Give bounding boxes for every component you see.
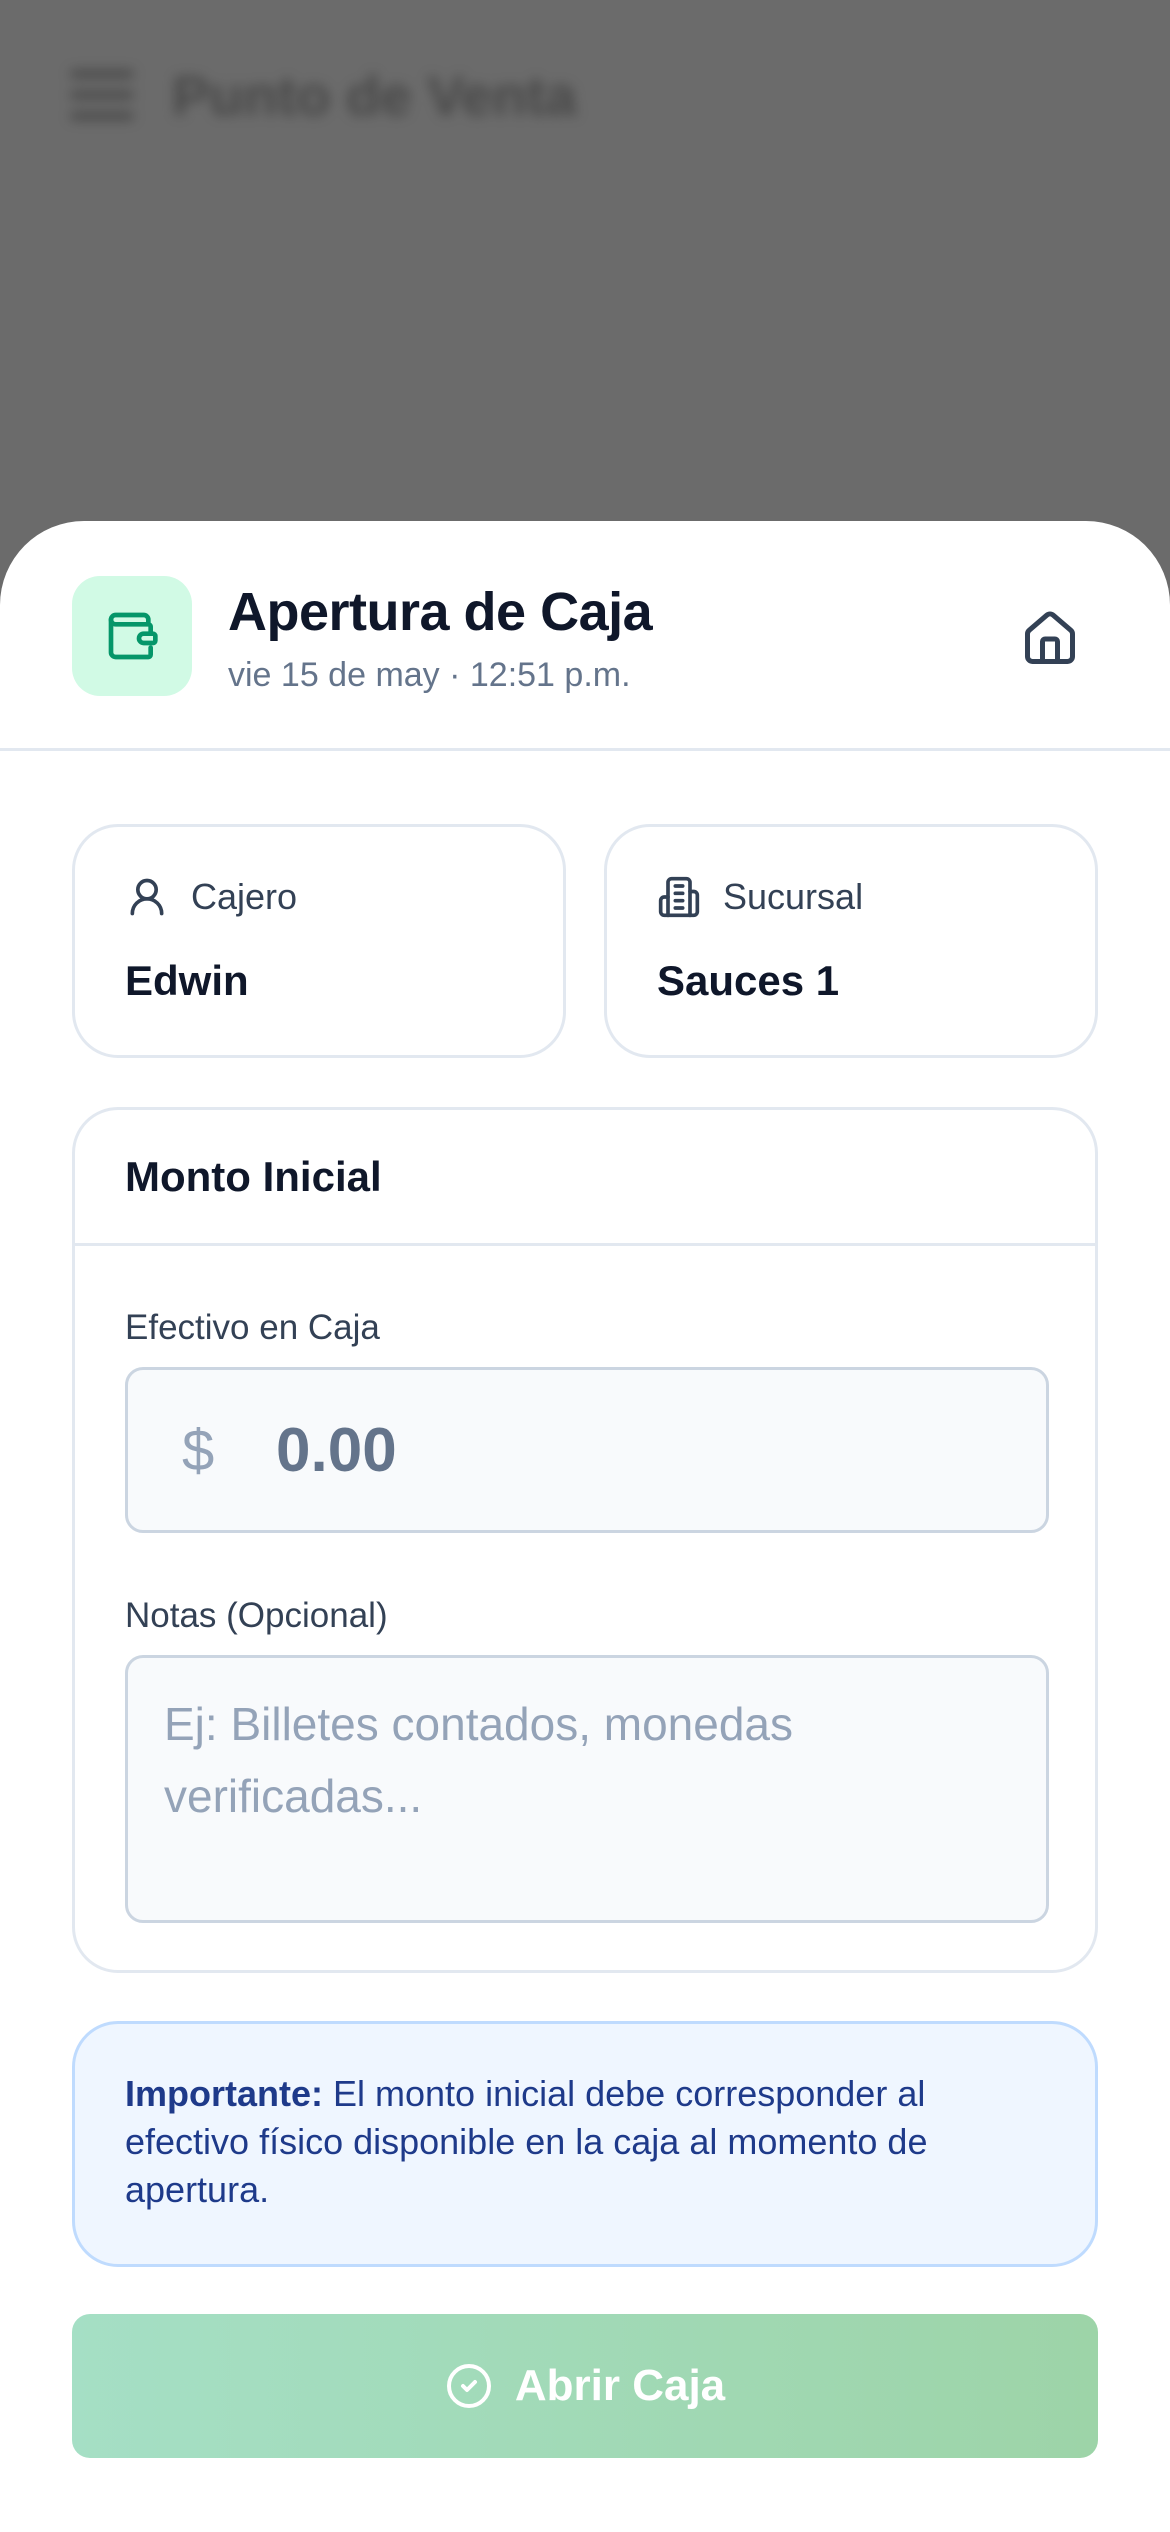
building-icon [658,876,700,918]
sheet-title: Apertura de Caja [228,582,653,642]
open-register-sheet: Apertura de Caja vie 15 de may · 12:51 p… [0,521,1170,2532]
home-button[interactable] [1010,599,1090,679]
home-icon [1025,611,1075,664]
user-icon [130,878,164,916]
important-notice: Importante: El monto inicial debe corres… [72,2021,1098,2267]
notes-textarea[interactable] [125,1655,1049,1923]
background-header: Punto de Venta [70,60,577,130]
dollar-icon: $ [182,1417,215,1483]
cashier-name: Edwin [125,957,249,1004]
cashier-card: Cajero Edwin [72,824,566,1058]
check-circle-icon [446,2364,491,2408]
cash-label: Efectivo en Caja [125,1308,380,1347]
notes-label: Notas (Opcional) [125,1596,388,1635]
cash-amount-field[interactable]: $ [125,1367,1049,1533]
background-app-title: Punto de Venta [172,63,577,127]
cashier-label: Cajero [191,876,298,917]
open-register-button[interactable]: Abrir Caja [72,2314,1098,2458]
notice-strong: Importante: [125,2073,323,2114]
menu-icon [70,70,134,120]
cash-amount-input[interactable] [276,1414,976,1486]
sheet-header: Apertura de Caja vie 15 de may · 12:51 p… [0,521,1170,751]
sheet-datetime: vie 15 de may · 12:51 p.m. [228,656,631,694]
wallet-icon [72,576,192,696]
branch-name: Sauces 1 [657,957,840,1004]
open-register-label: Abrir Caja [514,2361,726,2410]
branch-card: Sucursal Sauces 1 [604,824,1098,1058]
initial-amount-title: Monto Inicial [75,1110,1095,1246]
modal-backdrop[interactable]: Punto de Venta [0,0,1170,600]
branch-label: Sucursal [723,876,864,917]
initial-amount-card: Monto Inicial Efectivo en Caja $ Notas (… [72,1107,1098,1973]
